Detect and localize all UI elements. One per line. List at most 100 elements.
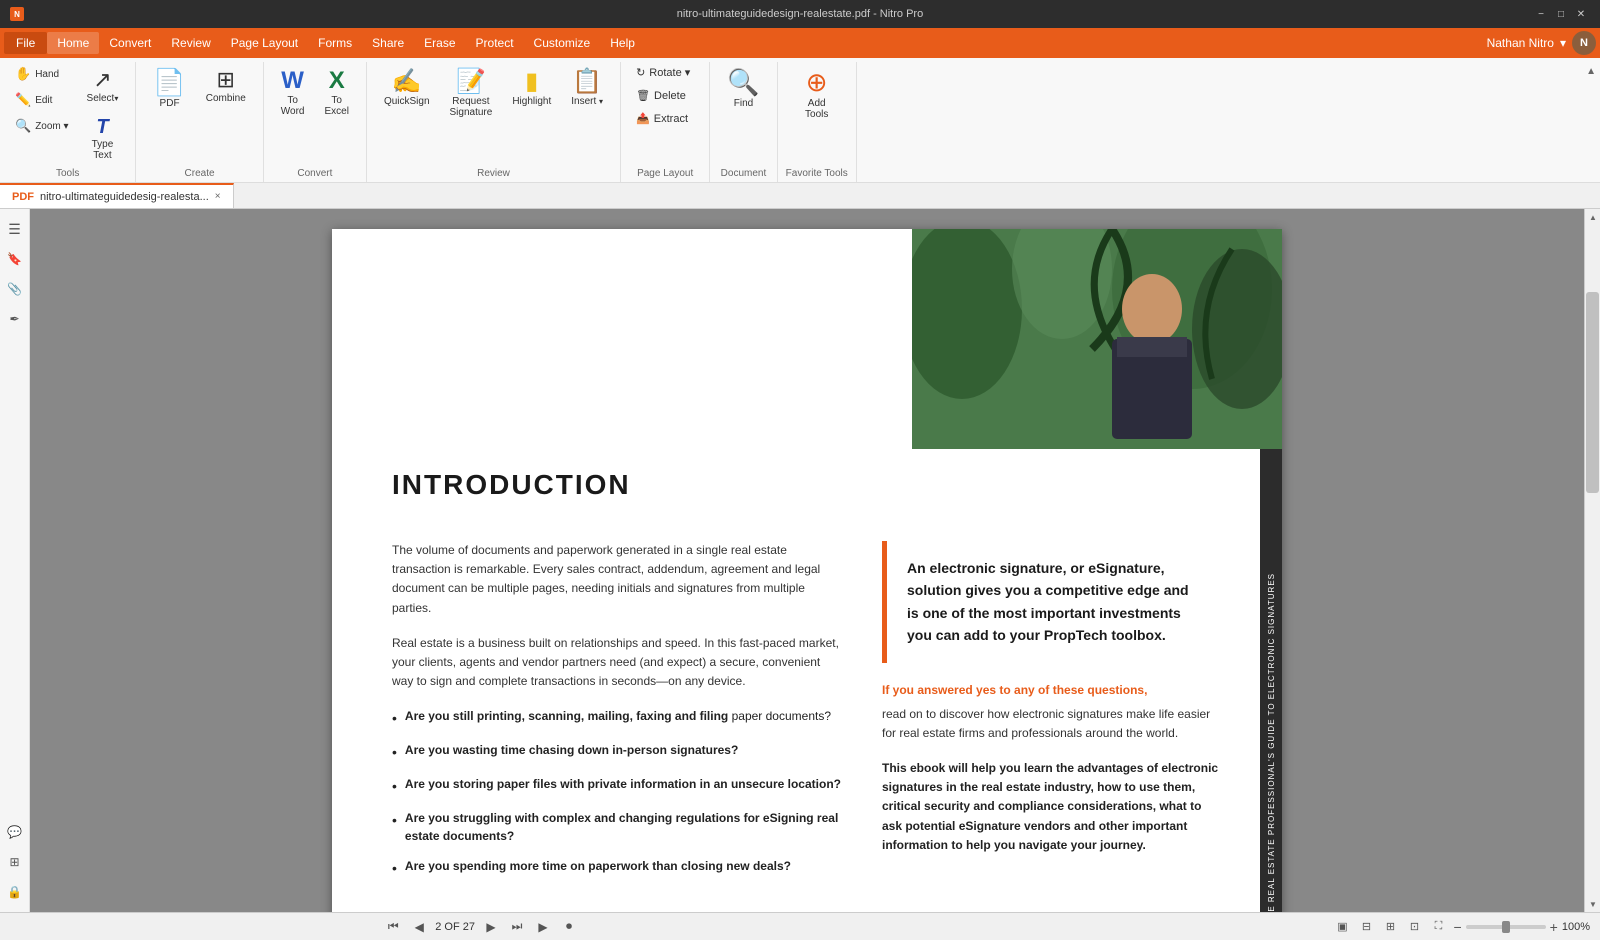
hand-button[interactable]: ✋ Hand bbox=[8, 62, 76, 86]
titlebar: N nitro-ultimateguidedesign-realestate.p… bbox=[0, 0, 1600, 28]
find-button[interactable]: 🔍 Find bbox=[718, 62, 768, 114]
menu-erase[interactable]: Erase bbox=[414, 32, 465, 54]
request-sig-label: RequestSignature bbox=[450, 96, 493, 118]
menu-review[interactable]: Review bbox=[161, 32, 220, 54]
scroll-track[interactable] bbox=[1585, 225, 1600, 896]
sidebar-btn-signatures[interactable]: ✒ bbox=[3, 307, 27, 331]
close-button[interactable]: ✕ bbox=[1572, 5, 1590, 23]
collapse-icon: ▲ bbox=[1586, 66, 1596, 77]
menu-forms[interactable]: Forms bbox=[308, 32, 362, 54]
zoom-out-button[interactable]: − bbox=[1453, 919, 1461, 935]
zoom-slider-thumb[interactable] bbox=[1502, 921, 1510, 933]
request-signature-button[interactable]: 📝 RequestSignature bbox=[441, 62, 502, 123]
dropdown-icon: ▾ bbox=[1560, 36, 1566, 50]
select-button[interactable]: ↗ Select▾ bbox=[78, 62, 128, 109]
highlight-button[interactable]: ▮ Highlight bbox=[503, 62, 560, 112]
quote-text: An electronic signature, or eSignature, … bbox=[907, 557, 1202, 647]
delete-button[interactable]: 🗑 Delete bbox=[629, 85, 697, 106]
view-continuous[interactable]: ⊞ bbox=[1381, 918, 1399, 936]
menu-help[interactable]: Help bbox=[600, 32, 645, 54]
ribbon-group-tools: ✋ Hand ✏️ Edit 🔍 Zoom ▾ ↗ Select▾ bbox=[0, 62, 136, 182]
sidebar-btn-security[interactable]: 🔒 bbox=[3, 880, 27, 904]
extract-button[interactable]: 📤 Extract bbox=[629, 108, 697, 129]
pdf-icon: 📄 bbox=[153, 67, 185, 98]
add-tools-button[interactable]: ⊕ AddTools bbox=[796, 62, 837, 125]
menu-page-layout[interactable]: Page Layout bbox=[221, 32, 308, 54]
last-page-button[interactable]: ⏭ bbox=[507, 917, 527, 937]
ribbon-group-create: 📄 PDF ⊞ Combine Create bbox=[136, 62, 263, 182]
zoom-slider-track[interactable] bbox=[1466, 925, 1546, 929]
zoom-level: 100% bbox=[1562, 921, 1590, 933]
orange-follow-text: read on to discover how electronic signa… bbox=[882, 705, 1222, 743]
pdf-button[interactable]: 📄 PDF bbox=[144, 62, 194, 114]
insert-label: Insert ▾ bbox=[571, 96, 603, 107]
menu-file[interactable]: File bbox=[4, 32, 47, 54]
scroll-down-arrow[interactable]: ▼ bbox=[1585, 896, 1600, 912]
combine-button[interactable]: ⊞ Combine bbox=[197, 62, 255, 109]
menu-customize[interactable]: Customize bbox=[524, 32, 601, 54]
user-area[interactable]: Nathan Nitro ▾ N bbox=[1487, 31, 1596, 55]
create-group-label: Create bbox=[185, 166, 215, 182]
sidebar-btn-pages[interactable]: ☰ bbox=[3, 217, 27, 241]
sidebar-btn-bookmarks[interactable]: 🔖 bbox=[3, 247, 27, 271]
menu-convert[interactable]: Convert bbox=[99, 32, 161, 54]
attachments-icon: 📎 bbox=[7, 282, 22, 296]
edit-label: Edit bbox=[35, 95, 52, 106]
page-layout-buttons: ↻ Rotate ▾ 🗑 Delete 📤 Extract bbox=[629, 62, 701, 166]
statusbar: ⏮ ◀ 2 OF 27 ▶ ⏭ ▶ ⏺ ▣ ⊟ ⊞ ⊡ ⛶ − + 100% bbox=[0, 912, 1600, 940]
type-text-button[interactable]: T TypeText bbox=[78, 111, 128, 166]
view-two-page[interactable]: ⊟ bbox=[1357, 918, 1375, 936]
ribbon-group-document: 🔍 Find Document bbox=[710, 62, 777, 182]
insert-button[interactable]: 📋 Insert ▾ bbox=[562, 62, 612, 112]
titlebar-left: N bbox=[10, 7, 24, 21]
ribbon-group-favorite: ⊕ AddTools Favorite Tools bbox=[778, 62, 857, 182]
type-text-icon: T bbox=[96, 116, 108, 139]
scroll-thumb[interactable] bbox=[1586, 292, 1599, 493]
sidebar-btn-comments[interactable]: 💬 bbox=[3, 820, 27, 844]
ribbon-collapse[interactable]: ▲ bbox=[1582, 62, 1600, 182]
next-page-button[interactable]: ▶ bbox=[481, 917, 501, 937]
view-single-page[interactable]: ▣ bbox=[1333, 918, 1351, 936]
stop-button[interactable]: ⏺ bbox=[559, 917, 579, 937]
zoom-icon: 🔍 bbox=[15, 118, 31, 134]
view-fullscreen[interactable]: ⛶ bbox=[1429, 918, 1447, 936]
to-word-button[interactable]: W ToWord bbox=[272, 62, 314, 122]
maximize-button[interactable]: □ bbox=[1552, 5, 1570, 23]
sidebar-btn-attachments[interactable]: 📎 bbox=[3, 277, 27, 301]
favorite-group-label: Favorite Tools bbox=[786, 166, 848, 182]
scroll-up-arrow[interactable]: ▲ bbox=[1585, 209, 1600, 225]
first-page-button[interactable]: ⏮ bbox=[383, 917, 403, 937]
bullet-item-3: Are you storing paper files with private… bbox=[392, 775, 842, 797]
minimize-button[interactable]: − bbox=[1532, 5, 1550, 23]
play-button[interactable]: ▶ bbox=[533, 917, 553, 937]
menu-home[interactable]: Home bbox=[47, 32, 99, 54]
tab-close-button[interactable]: × bbox=[215, 191, 221, 202]
edit-button[interactable]: ✏️ Edit bbox=[8, 88, 76, 112]
right-scrollbar[interactable]: ▲ ▼ bbox=[1584, 209, 1600, 912]
view-fit-width[interactable]: ⊡ bbox=[1405, 918, 1423, 936]
combine-label: Combine bbox=[206, 93, 246, 104]
current-page: 2 bbox=[435, 921, 441, 933]
to-excel-button[interactable]: X ToExcel bbox=[315, 62, 357, 122]
prev-page-button[interactable]: ◀ bbox=[409, 917, 429, 937]
edit-icon: ✏️ bbox=[15, 92, 31, 108]
bullet-item-2: Are you wasting time chasing down in-per… bbox=[392, 741, 842, 763]
review-group-label: Review bbox=[477, 166, 510, 182]
convert-buttons: W ToWord X ToExcel bbox=[272, 62, 358, 166]
main-area: ☰ 🔖 📎 ✒ 💬 ⊞ 🔒 bbox=[0, 209, 1600, 912]
highlight-icon: ▮ bbox=[525, 67, 538, 96]
combine-icon: ⊞ bbox=[217, 67, 235, 93]
document-tab[interactable]: PDF nitro-ultimateguidedesig-realesta...… bbox=[0, 183, 234, 208]
titlebar-controls: − □ ✕ bbox=[1532, 5, 1590, 23]
menu-protect[interactable]: Protect bbox=[466, 32, 524, 54]
document-area[interactable]: THE REAL ESTATE PROFESSIONAL'S GUIDE TO … bbox=[30, 209, 1584, 912]
zoom-in-button[interactable]: + bbox=[1550, 919, 1558, 935]
document-group-label: Document bbox=[721, 166, 767, 182]
page-navigation: ⏮ ◀ 2 OF 27 ▶ ⏭ ▶ ⏺ bbox=[383, 917, 579, 937]
page-info: 2 OF 27 bbox=[435, 921, 475, 933]
menu-share[interactable]: Share bbox=[362, 32, 414, 54]
rotate-button[interactable]: ↻ Rotate ▾ bbox=[629, 62, 697, 83]
zoom-button[interactable]: 🔍 Zoom ▾ bbox=[8, 114, 76, 138]
sidebar-btn-layers[interactable]: ⊞ bbox=[3, 850, 27, 874]
quicksign-button[interactable]: ✍ QuickSign bbox=[375, 62, 439, 112]
